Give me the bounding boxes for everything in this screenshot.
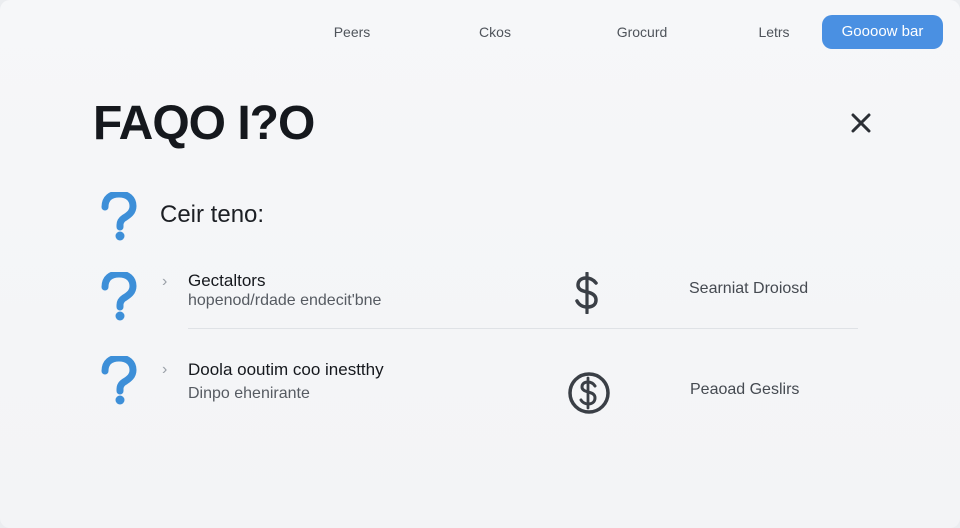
faq-side-label[interactable]: Peaoad Geslirs: [690, 381, 799, 399]
top-navigation: Peers Ckos Grocurd Letrs Goooow bar: [0, 0, 960, 64]
faq-question: Gectaltors: [188, 271, 266, 290]
chevron-icon[interactable]: ›: [162, 273, 167, 291]
question-mark-icon: [98, 190, 140, 242]
page-title: FAQO I?O: [93, 97, 315, 150]
cta-button[interactable]: Goooow bar: [822, 15, 943, 49]
faq-page: Peers Ckos Grocurd Letrs Goooow bar FAQO…: [0, 0, 960, 528]
faq-question: Doola ooutim coo inestthy: [188, 360, 384, 379]
dollar-icon: [570, 271, 604, 315]
divider: [188, 328, 858, 329]
question-mark-icon: [98, 270, 140, 322]
faq-answer: hopenod/rdade endecit'bne: [188, 292, 382, 309]
nav-link-letrs[interactable]: Letrs: [724, 24, 824, 40]
nav-link-grocurd[interactable]: Grocurd: [592, 24, 692, 40]
dollar-circle-icon: [567, 371, 611, 415]
faq-intro-text: Ceir teno:: [160, 201, 265, 228]
faq-side-label[interactable]: Searniat Droiosd: [689, 280, 808, 298]
nav-link-peers[interactable]: Peers: [302, 24, 402, 40]
question-mark-icon: [98, 354, 140, 406]
chevron-icon[interactable]: ›: [162, 361, 167, 379]
faq-answer: Dinpo ehenirante: [188, 385, 310, 402]
close-icon[interactable]: [846, 108, 876, 138]
nav-link-ckos[interactable]: Ckos: [445, 24, 545, 40]
